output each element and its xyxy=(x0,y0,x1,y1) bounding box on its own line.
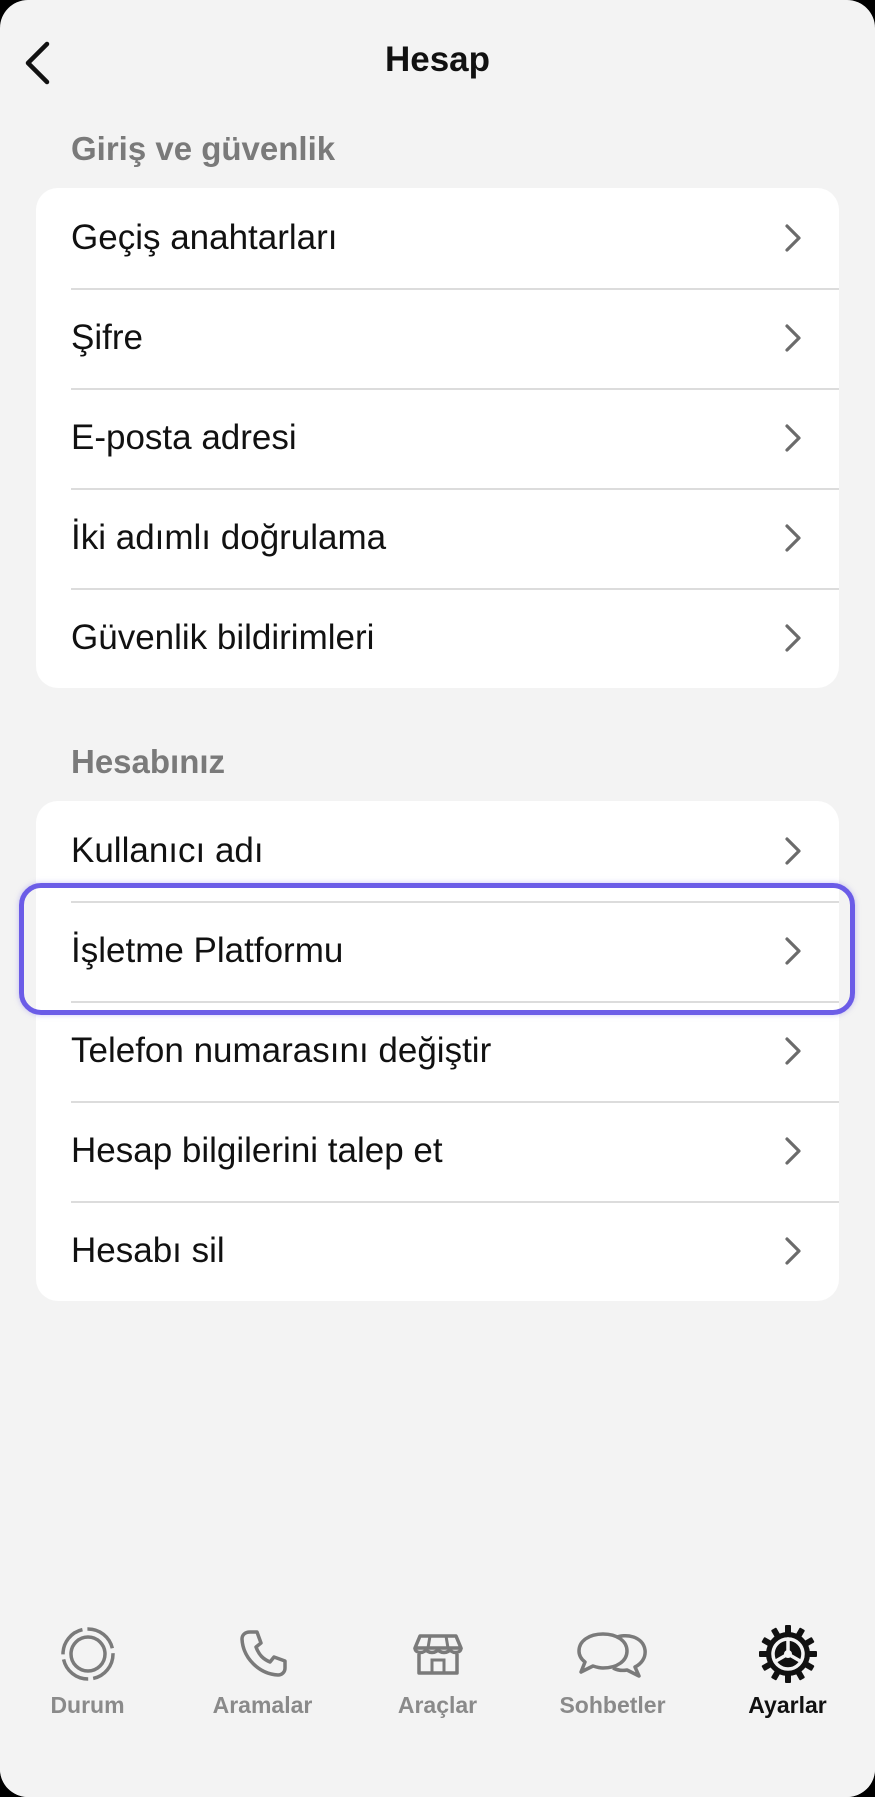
chevron-right-icon xyxy=(785,424,801,452)
navigation-bar: Hesap xyxy=(0,0,875,120)
account-screen: Hesap Giriş ve güvenlik Geçiş anahtarlar… xyxy=(0,0,875,1797)
tab-label: Ayarlar xyxy=(748,1692,827,1718)
divider xyxy=(71,1001,839,1003)
chevron-right-icon xyxy=(785,837,801,865)
tab-label: Durum xyxy=(50,1692,125,1718)
row-username[interactable]: Kullanıcı adı xyxy=(36,801,839,901)
tab-label: Araçlar xyxy=(397,1692,478,1718)
your-account-card: Kullanıcı adı İşletme Platformu Telefon … xyxy=(36,801,839,1301)
phone-icon xyxy=(239,1630,287,1677)
tab-chats[interactable]: Sohbetler xyxy=(525,1624,700,1734)
row-passkeys[interactable]: Geçiş anahtarları xyxy=(36,188,839,288)
row-delete-account[interactable]: Hesabı sil xyxy=(36,1201,839,1301)
row-label: Geçiş anahtarları xyxy=(71,218,338,257)
divider xyxy=(71,1101,839,1103)
divider xyxy=(71,488,839,490)
row-label: E-posta adresi xyxy=(71,418,297,457)
chevron-right-icon xyxy=(785,1037,801,1065)
tab-status[interactable]: Durum xyxy=(0,1624,175,1734)
section-header-your-account: Hesabınız xyxy=(71,743,226,780)
settings-gear-icon xyxy=(758,1625,817,1683)
page-title: Hesap xyxy=(384,40,491,79)
divider xyxy=(71,1201,839,1203)
row-label: Güvenlik bildirimleri xyxy=(71,618,375,657)
chat-bubbles-icon xyxy=(576,1632,647,1678)
row-security-notifications[interactable]: Güvenlik bildirimleri xyxy=(36,588,839,688)
store-icon xyxy=(412,1634,463,1675)
row-label: İşletme Platformu xyxy=(71,931,344,970)
chevron-right-icon xyxy=(785,524,801,552)
status-icon xyxy=(60,1627,115,1681)
tab-settings[interactable]: Ayarlar xyxy=(700,1624,875,1734)
row-two-step-verification[interactable]: İki adımlı doğrulama xyxy=(36,488,839,588)
row-label: Hesabı sil xyxy=(71,1231,225,1270)
chevron-right-icon xyxy=(785,624,801,652)
tab-label: Sohbetler xyxy=(559,1692,666,1718)
row-change-phone-number[interactable]: Telefon numarasını değiştir xyxy=(36,1001,839,1101)
chevron-right-icon xyxy=(785,937,801,965)
row-password[interactable]: Şifre xyxy=(36,288,839,388)
row-label: Kullanıcı adı xyxy=(71,831,264,870)
divider xyxy=(71,588,839,590)
divider xyxy=(71,388,839,390)
row-label: Şifre xyxy=(71,318,143,357)
divider xyxy=(71,901,839,903)
tab-calls[interactable]: Aramalar xyxy=(175,1624,350,1734)
divider xyxy=(71,288,839,290)
row-request-account-info[interactable]: Hesap bilgilerini talep et xyxy=(36,1101,839,1201)
tab-label: Aramalar xyxy=(212,1692,313,1718)
login-security-card: Geçiş anahtarları Şifre E-posta adresi İ… xyxy=(36,188,839,688)
section-header-login-security: Giriş ve güvenlik xyxy=(71,130,336,167)
row-email-address[interactable]: E-posta adresi xyxy=(36,388,839,488)
row-label: Telefon numarasını değiştir xyxy=(71,1031,492,1070)
row-business-platform[interactable]: İşletme Platformu xyxy=(36,901,839,1001)
chevron-right-icon xyxy=(785,324,801,352)
chevron-right-icon xyxy=(785,224,801,252)
row-label: Hesap bilgilerini talep et xyxy=(71,1131,443,1170)
row-label: İki adımlı doğrulama xyxy=(71,518,387,557)
chevron-right-icon xyxy=(785,1137,801,1165)
chevron-right-icon xyxy=(785,1237,801,1265)
bottom-tab-bar: Durum Aramalar Araçlar Sohbetler Ayarlar xyxy=(0,1600,875,1797)
tab-tools[interactable]: Araçlar xyxy=(350,1624,525,1734)
